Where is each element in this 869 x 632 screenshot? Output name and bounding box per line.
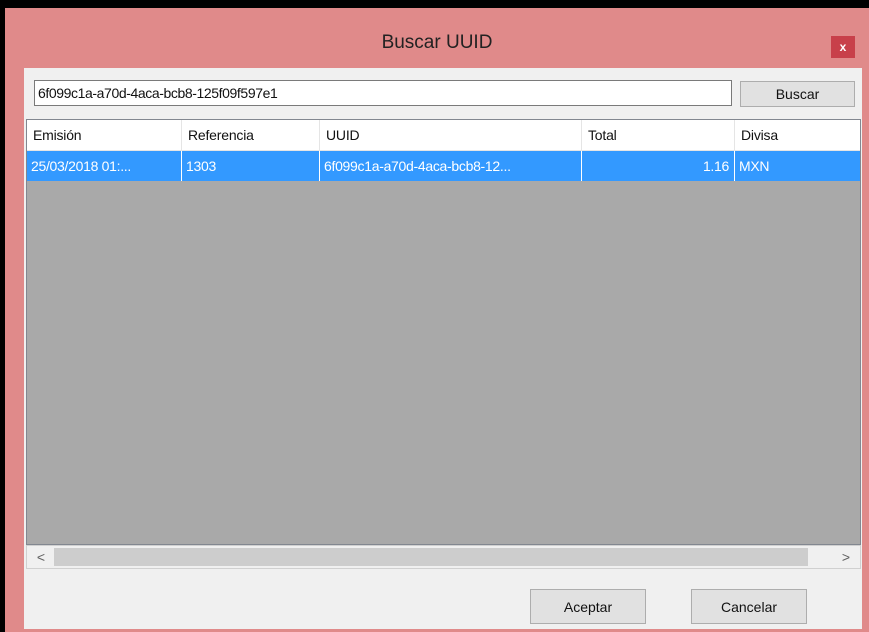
results-grid[interactable]: Emisión Referencia UUID Total Divisa 25/… — [26, 119, 861, 545]
uuid-search-input[interactable] — [34, 80, 732, 106]
column-header-referencia[interactable]: Referencia — [182, 120, 320, 150]
close-icon: x — [839, 40, 847, 54]
search-button[interactable]: Buscar — [740, 81, 855, 107]
dialog-client-area: Buscar Emisión Referencia UUID Total Div… — [24, 68, 862, 629]
grid-header: Emisión Referencia UUID Total Divisa — [27, 120, 860, 151]
column-header-uuid[interactable]: UUID — [320, 120, 582, 150]
scroll-right-arrow-icon[interactable]: > — [834, 546, 858, 568]
scrollbar-thumb[interactable] — [54, 548, 808, 566]
accept-button[interactable]: Aceptar — [530, 589, 646, 624]
column-header-divisa[interactable]: Divisa — [735, 120, 860, 150]
cell-emision: 25/03/2018 01:... — [27, 151, 182, 181]
cell-referencia: 1303 — [182, 151, 320, 181]
horizontal-scrollbar[interactable]: < > — [26, 545, 861, 569]
cell-uuid: 6f099c1a-a70d-4aca-bcb8-12... — [320, 151, 582, 181]
dialog-window: Buscar UUID x Buscar Emisión Referencia … — [5, 8, 869, 632]
column-header-total[interactable]: Total — [582, 120, 735, 150]
column-header-emision[interactable]: Emisión — [27, 120, 182, 150]
window-title: Buscar UUID — [381, 32, 493, 53]
title-bar[interactable]: Buscar UUID x — [5, 8, 869, 68]
close-button[interactable]: x — [831, 36, 855, 58]
cell-divisa: MXN — [739, 158, 770, 174]
cell-total: 1.16 — [582, 151, 735, 181]
scroll-left-arrow-icon[interactable]: < — [29, 546, 53, 568]
cancel-button[interactable]: Cancelar — [691, 589, 807, 624]
table-row[interactable]: 25/03/2018 01:... 1303 6f099c1a-a70d-4ac… — [27, 151, 860, 181]
